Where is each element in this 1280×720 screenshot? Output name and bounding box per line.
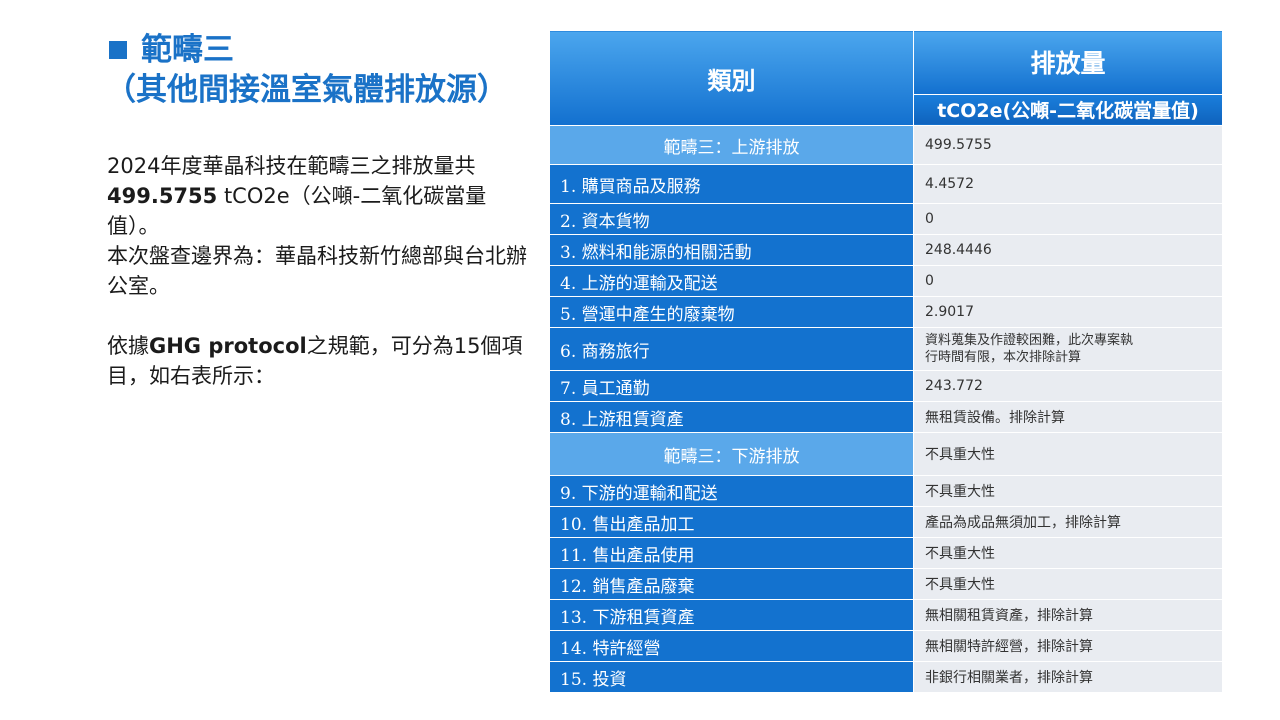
- downstream-title: 範疇三：下游排放: [549, 432, 914, 476]
- category-cell: 7. 員工通勤: [549, 370, 914, 402]
- value-cell: 0: [913, 265, 1223, 297]
- value-cell: 不具重大性: [913, 568, 1223, 600]
- table-row: 5. 營運中產生的廢棄物 2.9017: [549, 296, 1223, 328]
- category-cell: 3. 燃料和能源的相關活動: [549, 234, 914, 266]
- value-cell: 248.4446: [913, 234, 1223, 266]
- category-cell: 9. 下游的運輸和配送: [549, 475, 914, 507]
- category-cell: 6. 商務旅行: [549, 327, 914, 371]
- value-cell: 不具重大性: [913, 537, 1223, 569]
- paragraph-protocol-text-a: 依據: [107, 334, 149, 358]
- slide-heading: 範疇三 （其他間接溫室氣體排放源）: [105, 30, 508, 110]
- table-row: 13. 下游租賃資產 無相關租賃資產，排除計算: [549, 599, 1223, 631]
- category-cell: 15. 投資: [549, 661, 914, 693]
- heading-subtitle: （其他間接溫室氣體排放源）: [105, 72, 508, 108]
- paragraph-total: 2024年度華晶科技在範疇三之排放量共499.5755 tCO2e（公噸-二氧化…: [107, 151, 527, 241]
- paragraph-total-value: 499.5755: [107, 184, 218, 208]
- table-row: 9. 下游的運輸和配送 不具重大性: [549, 475, 1223, 507]
- value-cell: 非銀行相關業者，排除計算: [913, 661, 1223, 693]
- table-row-downstream: 範疇三：下游排放 不具重大性: [549, 432, 1223, 476]
- table-row: 6. 商務旅行 資料蒐集及作證較困難，此次專案執 行時間有限，本次排除計算: [549, 327, 1223, 371]
- table-row: 10. 售出產品加工 產品為成品無須加工，排除計算: [549, 506, 1223, 538]
- table-row: 4. 上游的運輸及配送 0: [549, 265, 1223, 297]
- header-unit: tCO2e(公噸-二氧化碳當量值): [913, 93, 1223, 127]
- table-row: 7. 員工通勤 243.772: [549, 370, 1223, 402]
- table-row: 15. 投資 非銀行相關業者，排除計算: [549, 661, 1223, 693]
- square-bullet-icon: [109, 41, 127, 59]
- header-category: 類別: [549, 30, 914, 126]
- value-cell-note: 資料蒐集及作證較困難，此次專案執 行時間有限，本次排除計算: [913, 327, 1223, 371]
- category-cell: 13. 下游租賃資產: [549, 599, 914, 631]
- heading-line1: 範疇三: [107, 30, 508, 70]
- table-row: 1. 購買商品及服務 4.4572: [549, 164, 1223, 204]
- paragraph-boundary: 本次盤查邊界為：華晶科技新竹總部與台北辦公室。: [107, 244, 527, 298]
- category-cell: 1. 購買商品及服務: [549, 164, 914, 204]
- category-cell: 10. 售出產品加工: [549, 506, 914, 538]
- note-line1: 資料蒐集及作證較困難，此次專案執: [925, 333, 1134, 348]
- category-cell: 11. 售出產品使用: [549, 537, 914, 569]
- upstream-title: 範疇三：上游排放: [549, 125, 914, 165]
- paragraph-total-text-a: 2024年度華晶科技在範疇三之排放量共: [107, 154, 476, 178]
- value-cell: 243.772: [913, 370, 1223, 402]
- value-cell: 2.9017: [913, 296, 1223, 328]
- heading-title: 範疇三: [141, 32, 234, 68]
- scope3-emissions-table: 類別 排放量 tCO2e(公噸-二氧化碳當量值) 範疇三：上游排放 499.57…: [549, 30, 1223, 693]
- category-cell: 4. 上游的運輸及配送: [549, 265, 914, 297]
- paragraph-protocol-name: GHG protocol: [149, 334, 307, 358]
- header-amount: 排放量: [913, 30, 1223, 95]
- value-cell: 4.4572: [913, 164, 1223, 204]
- value-cell: 不具重大性: [913, 475, 1223, 507]
- table-row: 12. 銷售產品廢棄 不具重大性: [549, 568, 1223, 600]
- paragraph-protocol: 依據GHG protocol之規範，可分為15個項目，如右表所示：: [107, 331, 527, 391]
- upstream-total: 499.5755: [913, 125, 1223, 165]
- table-row: 14. 特許經營 無相關特許經營，排除計算: [549, 630, 1223, 662]
- category-cell: 12. 銷售產品廢棄: [549, 568, 914, 600]
- table-row: 11. 售出產品使用 不具重大性: [549, 537, 1223, 569]
- body-text: 2024年度華晶科技在範疇三之排放量共499.5755 tCO2e（公噸-二氧化…: [107, 151, 527, 391]
- table-row: 2. 資本貨物 0: [549, 203, 1223, 235]
- table-row: 8. 上游租賃資產 無租賃設備。排除計算: [549, 401, 1223, 433]
- value-cell: 無相關特許經營，排除計算: [913, 630, 1223, 662]
- note-line2: 行時間有限，本次排除計算: [925, 350, 1082, 365]
- table-row: 3. 燃料和能源的相關活動 248.4446: [549, 234, 1223, 266]
- category-cell: 5. 營運中產生的廢棄物: [549, 296, 914, 328]
- downstream-value: 不具重大性: [913, 432, 1223, 476]
- value-cell: 產品為成品無須加工，排除計算: [913, 506, 1223, 538]
- category-cell: 2. 資本貨物: [549, 203, 914, 235]
- category-cell: 14. 特許經營: [549, 630, 914, 662]
- value-cell: 無租賃設備。排除計算: [913, 401, 1223, 433]
- category-cell: 8. 上游租賃資產: [549, 401, 914, 433]
- table-row-upstream: 範疇三：上游排放 499.5755: [549, 125, 1223, 165]
- value-cell: 0: [913, 203, 1223, 235]
- value-cell: 無相關租賃資產，排除計算: [913, 599, 1223, 631]
